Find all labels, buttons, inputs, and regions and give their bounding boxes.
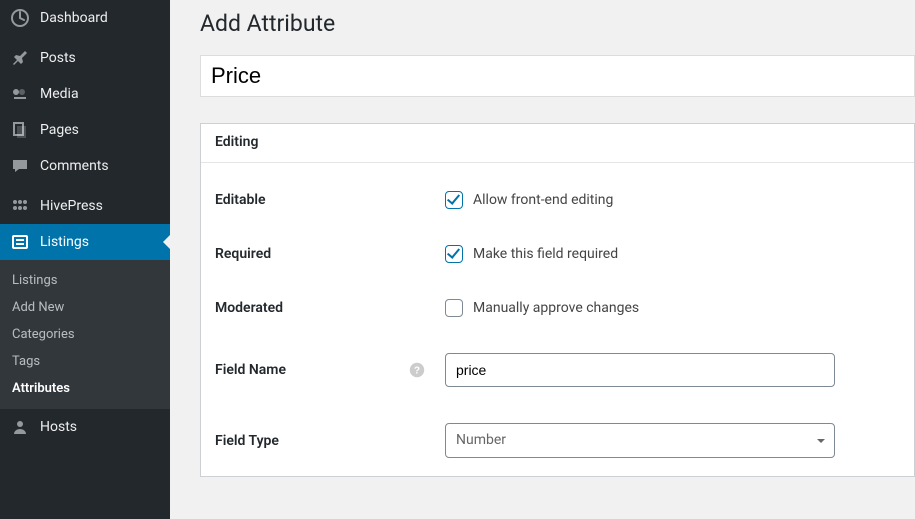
panel-header: Editing — [201, 124, 914, 163]
label-required: Required — [215, 246, 445, 262]
submenu-item-categories[interactable]: Categories — [0, 321, 170, 348]
checkbox-required-label: Make this field required — [473, 246, 618, 262]
page-title: Add Attribute — [200, 10, 915, 37]
submenu-item-label: Add New — [12, 300, 64, 315]
row-field-name: Field Name ? — [215, 335, 900, 405]
panel-body: Editable Allow front-end editing Require… — [201, 163, 914, 476]
row-field-type: Field Type Number — [215, 405, 900, 475]
submenu-item-label: Tags — [12, 354, 40, 369]
sidebar-item-label: Hosts — [40, 419, 77, 435]
label-editable: Editable — [215, 192, 445, 208]
label-text: Field Name — [215, 362, 286, 378]
checkbox-required[interactable] — [445, 245, 463, 263]
row-moderated: Moderated Manually approve changes — [215, 281, 900, 335]
sidebar-item-label: Listings — [40, 234, 89, 250]
label-text: Editable — [215, 192, 266, 208]
sidebar-item-label: Comments — [40, 158, 109, 174]
submenu-item-attributes[interactable]: Attributes — [0, 375, 170, 402]
sidebar-item-dashboard[interactable]: Dashboard — [0, 0, 170, 36]
sidebar-item-hivepress[interactable]: HivePress — [0, 188, 170, 224]
admin-sidebar: Dashboard Posts Media Pages Comments Hiv… — [0, 0, 170, 519]
label-field-name: Field Name ? — [215, 360, 445, 380]
submenu-item-label: Attributes — [12, 381, 70, 396]
label-text: Field Type — [215, 433, 279, 449]
listings-icon — [10, 232, 30, 252]
sidebar-item-label: Media — [40, 86, 79, 102]
field-name-input[interactable] — [445, 353, 835, 387]
sidebar-item-pages[interactable]: Pages — [0, 112, 170, 148]
dashboard-icon — [10, 8, 30, 28]
sidebar-item-comments[interactable]: Comments — [0, 148, 170, 184]
pages-icon — [10, 120, 30, 140]
row-editable: Editable Allow front-end editing — [215, 173, 900, 227]
checkbox-editable[interactable] — [445, 191, 463, 209]
help-icon[interactable]: ? — [407, 360, 427, 380]
sidebar-submenu: Listings Add New Categories Tags Attribu… — [0, 260, 170, 409]
sidebar-item-label: Pages — [40, 122, 79, 138]
user-icon — [10, 417, 30, 437]
label-moderated: Moderated — [215, 300, 445, 316]
sidebar-item-label: Posts — [40, 50, 76, 66]
sidebar-item-label: Dashboard — [40, 10, 108, 26]
label-text: Moderated — [215, 300, 283, 316]
checkbox-moderated[interactable] — [445, 299, 463, 317]
checkbox-editable-label: Allow front-end editing — [473, 192, 613, 208]
submenu-item-label: Listings — [12, 273, 57, 288]
submenu-item-label: Categories — [12, 327, 75, 342]
sidebar-item-label: HivePress — [40, 198, 103, 214]
chevron-down-icon — [817, 439, 825, 447]
sidebar-item-hosts[interactable]: Hosts — [0, 409, 170, 445]
submenu-item-listings[interactable]: Listings — [0, 267, 170, 294]
label-field-type: Field Type — [215, 433, 445, 449]
sidebar-item-listings[interactable]: Listings — [0, 224, 170, 260]
submenu-item-add-new[interactable]: Add New — [0, 294, 170, 321]
attribute-title-input[interactable] — [200, 55, 915, 97]
pin-icon — [10, 48, 30, 68]
comments-icon — [10, 156, 30, 176]
checkbox-moderated-label: Manually approve changes — [473, 300, 639, 316]
hivepress-icon — [10, 196, 30, 216]
main-content: Add Attribute Editing Editable Allow fro… — [170, 0, 915, 519]
label-text: Required — [215, 246, 271, 262]
field-type-select[interactable]: Number — [445, 423, 835, 457]
sidebar-item-media[interactable]: Media — [0, 76, 170, 112]
sidebar-item-posts[interactable]: Posts — [0, 40, 170, 76]
svg-text:?: ? — [414, 366, 420, 377]
editing-panel: Editing Editable Allow front-end editing… — [200, 123, 915, 477]
field-type-selected: Number — [445, 423, 835, 457]
row-required: Required Make this field required — [215, 227, 900, 281]
submenu-item-tags[interactable]: Tags — [0, 348, 170, 375]
media-icon — [10, 84, 30, 104]
